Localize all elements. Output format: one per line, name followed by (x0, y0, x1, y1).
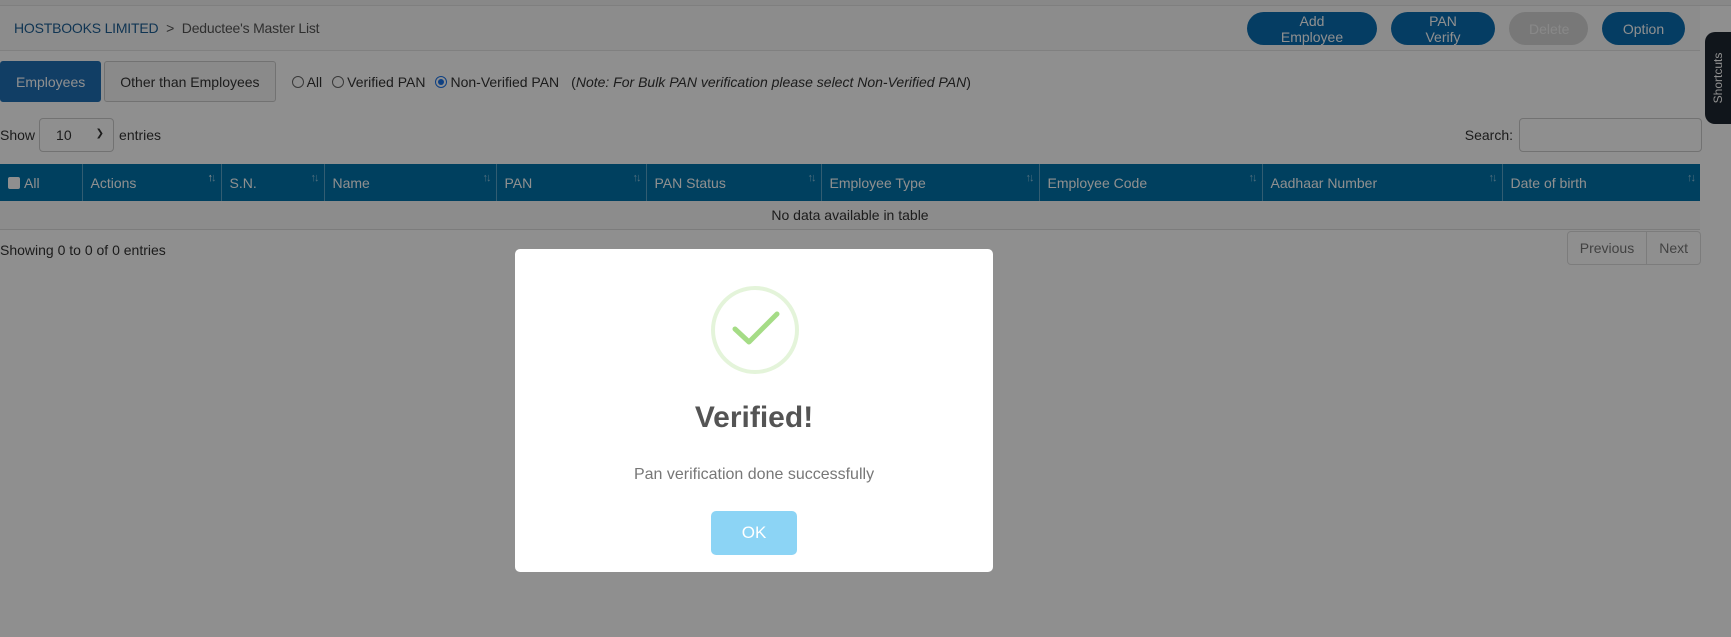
success-check-icon (711, 286, 799, 374)
ok-button[interactable]: OK (711, 511, 797, 555)
dialog-message: Pan verification done successfully (633, 466, 875, 483)
verified-dialog: Verified! Pan verification done successf… (515, 249, 993, 572)
dialog-title: Verified! (694, 401, 814, 434)
